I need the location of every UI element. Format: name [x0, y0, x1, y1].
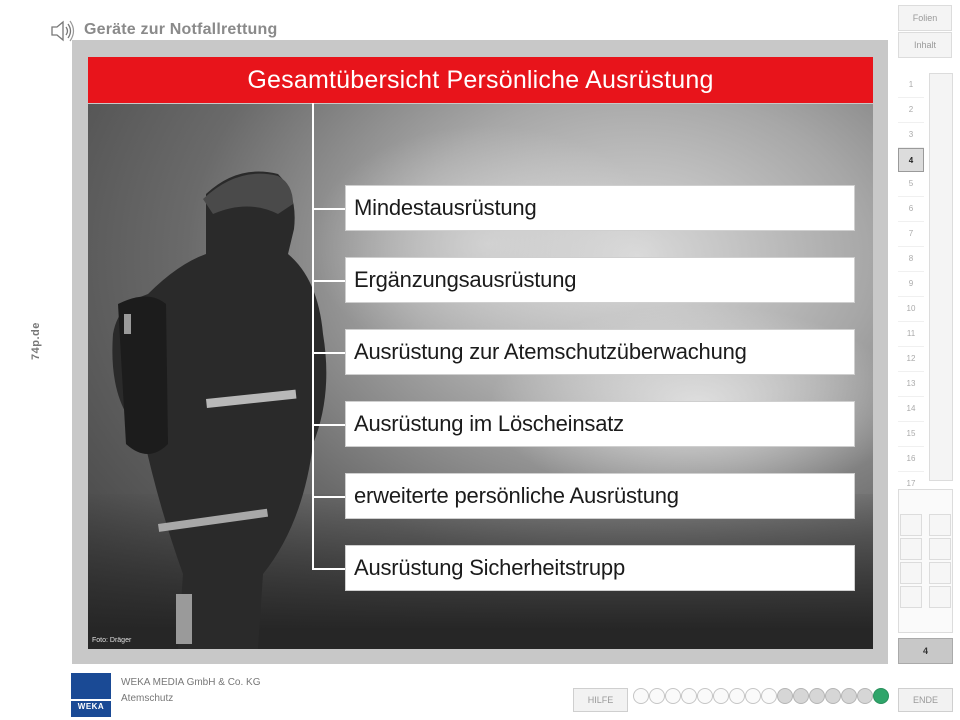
inhalt-button[interactable]: Inhalt: [898, 32, 952, 58]
progress-dots: [633, 688, 889, 706]
slide-number-3[interactable]: 3: [898, 123, 924, 148]
nav-grid-cell[interactable]: [900, 562, 922, 584]
slide-number-list: 1 2 3 4 5 6 7 8 9 10 11 12 13 14 15 16 17: [898, 73, 924, 497]
company-name: WEKA MEDIA GmbH & Co. KG: [121, 677, 261, 688]
slide-number-6[interactable]: 6: [898, 197, 924, 222]
tree-branch: [312, 568, 346, 570]
folien-button[interactable]: Folien: [898, 5, 952, 31]
nav-grid-cell[interactable]: [900, 538, 922, 560]
tree-connector: [312, 103, 314, 569]
progress-dot[interactable]: [873, 688, 889, 704]
slide-number-7[interactable]: 7: [898, 222, 924, 247]
slide-number-16[interactable]: 16: [898, 447, 924, 472]
progress-dot[interactable]: [809, 688, 825, 704]
progress-dot[interactable]: [777, 688, 793, 704]
progress-dot[interactable]: [665, 688, 681, 704]
nav-grid-cell[interactable]: [929, 562, 951, 584]
progress-dot[interactable]: [793, 688, 809, 704]
tree-branch: [312, 352, 346, 354]
slide-number-5[interactable]: 5: [898, 172, 924, 197]
slide-title: Gesamtübersicht Persönliche Ausrüstung: [247, 65, 714, 94]
slide-number-8[interactable]: 8: [898, 247, 924, 272]
weka-logo: WEKA: [71, 673, 111, 717]
slide-title-bar: Gesamtübersicht Persönliche Ausrüstung: [88, 57, 873, 103]
slide-number-10[interactable]: 10: [898, 297, 924, 322]
progress-dot[interactable]: [825, 688, 841, 704]
progress-dot[interactable]: [649, 688, 665, 704]
navigation-grid: [898, 489, 953, 633]
progress-dot[interactable]: [697, 688, 713, 704]
progress-dot[interactable]: [681, 688, 697, 704]
tree-branch: [312, 280, 346, 282]
slide-number-12[interactable]: 12: [898, 347, 924, 372]
slide-number-14[interactable]: 14: [898, 397, 924, 422]
slide-number-4[interactable]: 4: [898, 148, 924, 172]
slide-number-1[interactable]: 1: [898, 73, 924, 98]
slide-number-2[interactable]: 2: [898, 98, 924, 123]
progress-dot[interactable]: [745, 688, 761, 704]
slide-number-9[interactable]: 9: [898, 272, 924, 297]
progress-dot[interactable]: [729, 688, 745, 704]
nav-grid-cell[interactable]: [900, 514, 922, 536]
nav-grid-cell[interactable]: [929, 538, 951, 560]
current-slide-indicator: 4: [898, 638, 953, 664]
progress-dot[interactable]: [633, 688, 649, 704]
end-button[interactable]: ENDE: [898, 688, 953, 712]
app-title: Geräte zur Notfallrettung: [84, 21, 278, 38]
tree-branch: [312, 496, 346, 498]
help-button[interactable]: HILFE: [573, 688, 628, 712]
course-subject: Atemschutz: [121, 693, 174, 704]
item-sicherheitstrupp[interactable]: Ausrüstung Sicherheitstrupp: [345, 545, 855, 591]
progress-dot[interactable]: [761, 688, 777, 704]
item-loescheinsatz[interactable]: Ausrüstung im Löscheinsatz: [345, 401, 855, 447]
item-ergaenzungsausruestung[interactable]: Ergänzungsausrüstung: [345, 257, 855, 303]
tree-branch: [312, 208, 346, 210]
slide-number-11[interactable]: 11: [898, 322, 924, 347]
side-brand: 74p.de: [30, 322, 42, 360]
slide-number-13[interactable]: 13: [898, 372, 924, 397]
slide-number-15[interactable]: 15: [898, 422, 924, 447]
item-mindestausruestung[interactable]: Mindestausrüstung: [345, 185, 855, 231]
photo-credit: Foto: Dräger: [92, 637, 132, 644]
progress-dot[interactable]: [841, 688, 857, 704]
item-atemschutzueberwachung[interactable]: Ausrüstung zur Atemschutzüberwachung: [345, 329, 855, 375]
nav-grid-cell[interactable]: [929, 514, 951, 536]
nav-grid-cell[interactable]: [900, 586, 922, 608]
tree-branch: [312, 424, 346, 426]
progress-dot[interactable]: [857, 688, 873, 704]
progress-dot[interactable]: [713, 688, 729, 704]
item-erweiterte-ausruestung[interactable]: erweiterte persönliche Ausrüstung: [345, 473, 855, 519]
nav-grid-cell[interactable]: [929, 586, 951, 608]
slide-list-scrollbar[interactable]: [929, 73, 953, 481]
